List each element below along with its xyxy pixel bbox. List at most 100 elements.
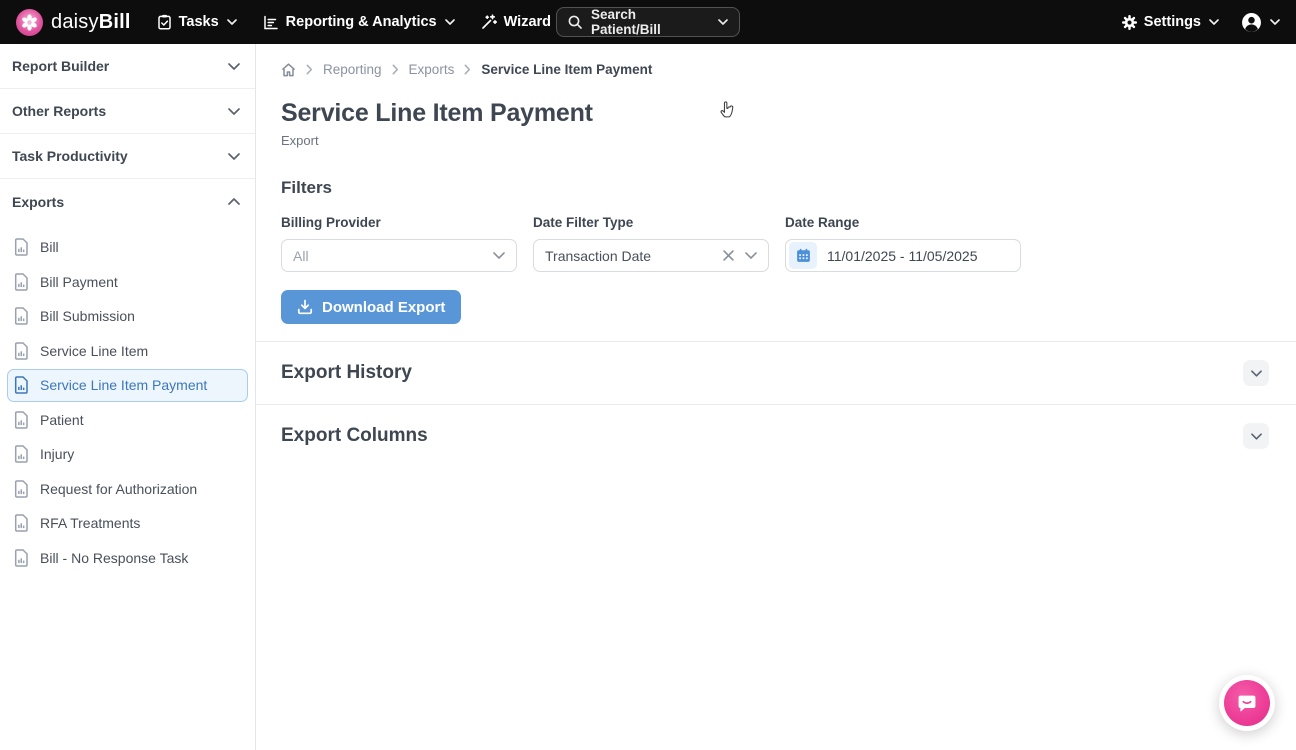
panel-title: Export History [281,362,412,383]
sidebar-item-rfa-treatments[interactable]: RFA Treatments [7,507,248,540]
chevron-down-icon [1270,19,1280,25]
filter-row: Billing Provider All Date Filter Type Tr… [281,215,1296,272]
nav-menu-reporting-analytics[interactable]: Reporting & Analytics [263,14,455,30]
sidebar-item-bill-no-response-task[interactable]: Bill - No Response Task [7,541,248,574]
sidebar-item-label: Bill Payment [40,273,118,290]
download-icon [297,299,313,315]
date-range-value: 11/01/2025 - 11/05/2025 [827,247,978,264]
sidebar-item-injury[interactable]: Injury [7,438,248,471]
report-document-icon [14,445,29,463]
daisybill-logo[interactable]: daisyBill [16,8,131,36]
panel-title: Export Columns [281,425,428,446]
magic-wand-icon [481,14,497,30]
sidebar-item-bill-submission[interactable]: Bill Submission [7,300,248,333]
user-avatar-icon [1241,12,1262,33]
export-columns-panel-header: Export Columns [256,405,1296,467]
daisy-flower-icon [16,8,43,36]
sidebar-item-label: Bill [40,239,59,255]
exports-list: Bill Bill Payment Bill Submission Servic… [0,224,255,574]
search-patient-bill-trigger[interactable]: Search Patient/Bill [556,7,740,37]
sidebar-item-bill-payment[interactable]: Bill Payment [7,265,248,298]
report-document-icon [14,272,29,291]
gear-icon [1121,14,1137,30]
sidebar-section-other-reports[interactable]: Other Reports [0,89,255,134]
sidebar-item-service-line-item-payment[interactable]: Service Line Item Payment [7,368,248,402]
nav-menu-tasks[interactable]: Tasks [157,14,237,30]
sidebar: Report Builder Other Reports Task Produc… [0,44,256,750]
chevron-down-icon [228,152,240,160]
date-filter-type-select[interactable]: Transaction Date [533,239,769,272]
download-export-label: Download Export [322,298,446,316]
chevron-down-icon [228,62,240,70]
chevron-down-icon [718,19,728,25]
report-document-icon [14,307,29,325]
page-title: Service Line Item Payment [281,99,593,127]
chat-bubble-icon [1224,680,1270,726]
select-value: All [293,247,309,264]
main-content: Reporting Exports Service Line Item Paym… [256,44,1296,750]
sidebar-item-service-line-item[interactable]: Service Line Item [7,334,248,367]
date-range-field: Date Range 11/01/2025 - 11/05/2025 [785,215,1021,272]
breadcrumb-link-exports[interactable]: Exports [409,62,455,77]
sidebar-item-label: RFA Treatments [40,515,141,531]
chevron-down-icon [1250,369,1262,377]
sidebar-item-label: Service Line Item Payment [40,377,208,393]
report-document-icon [14,376,29,394]
field-label: Billing Provider [281,215,381,230]
nav-menu-settings[interactable]: Settings [1121,14,1219,30]
sidebar-item-label: Injury [40,446,75,462]
breadcrumb-current: Service Line Item Payment [481,62,653,77]
sidebar-item-label: Request for Authorization [40,480,198,497]
section-label: Exports [12,193,65,210]
sidebar-section-task-productivity[interactable]: Task Productivity [0,134,255,179]
date-filter-type-field: Date Filter Type Transaction Date [533,215,769,272]
chevron-down-icon [1209,19,1219,25]
download-export-button[interactable]: Download Export [281,290,462,324]
nav-menu-label: Reporting & Analytics [285,14,437,30]
calendar-icon[interactable] [789,242,817,269]
report-document-icon [14,514,29,532]
nav-menu-label: Tasks [178,14,219,30]
chevron-right-icon [392,64,399,75]
date-range-input[interactable]: 11/01/2025 - 11/05/2025 [785,239,1021,272]
sidebar-item-patient[interactable]: Patient [7,403,248,436]
section-label: Task Productivity [12,148,128,164]
field-label: Date Filter Type [533,215,634,230]
clipboard-tasks-icon [157,14,172,30]
breadcrumb-link-reporting[interactable]: Reporting [323,62,382,77]
billing-provider-select[interactable]: All [281,239,517,272]
chevron-right-icon [306,64,313,75]
nav-menu-label: Settings [1143,14,1201,30]
clear-x-icon[interactable] [723,250,734,261]
chevron-down-icon [493,252,505,259]
page-subtitle: Export [281,133,319,148]
report-document-icon [14,479,29,498]
chevron-down-icon [444,19,455,25]
home-icon[interactable] [281,62,296,77]
sidebar-section-report-builder[interactable]: Report Builder [0,44,255,89]
chevron-down-icon [228,107,240,115]
sidebar-section-exports[interactable]: Exports [0,179,255,224]
report-document-icon [14,548,29,567]
brand-name: daisyBill [51,10,131,33]
sidebar-item-bill[interactable]: Bill [7,231,248,264]
chevron-down-icon [745,252,757,259]
export-history-toggle-button[interactable] [1243,360,1269,386]
field-label: Date Range [785,215,860,230]
account-menu[interactable] [1241,12,1280,33]
export-columns-toggle-button[interactable] [1243,423,1269,449]
chevron-down-icon [1250,432,1262,440]
chat-launcher-button[interactable] [1219,675,1275,731]
billing-provider-field: Billing Provider All [281,215,517,272]
breadcrumb: Reporting Exports Service Line Item Paym… [281,62,1296,77]
search-icon [568,15,582,29]
chevron-down-icon [226,19,237,25]
filters-heading: Filters [281,178,333,197]
sidebar-item-label: Patient [40,411,84,428]
export-history-panel-header: Export History [256,342,1296,404]
report-document-icon [14,238,29,256]
bar-chart-icon [263,15,279,30]
report-document-icon [14,410,29,429]
sidebar-item-request-for-authorization[interactable]: Request for Authorization [7,472,248,505]
select-value: Transaction Date [545,247,652,264]
